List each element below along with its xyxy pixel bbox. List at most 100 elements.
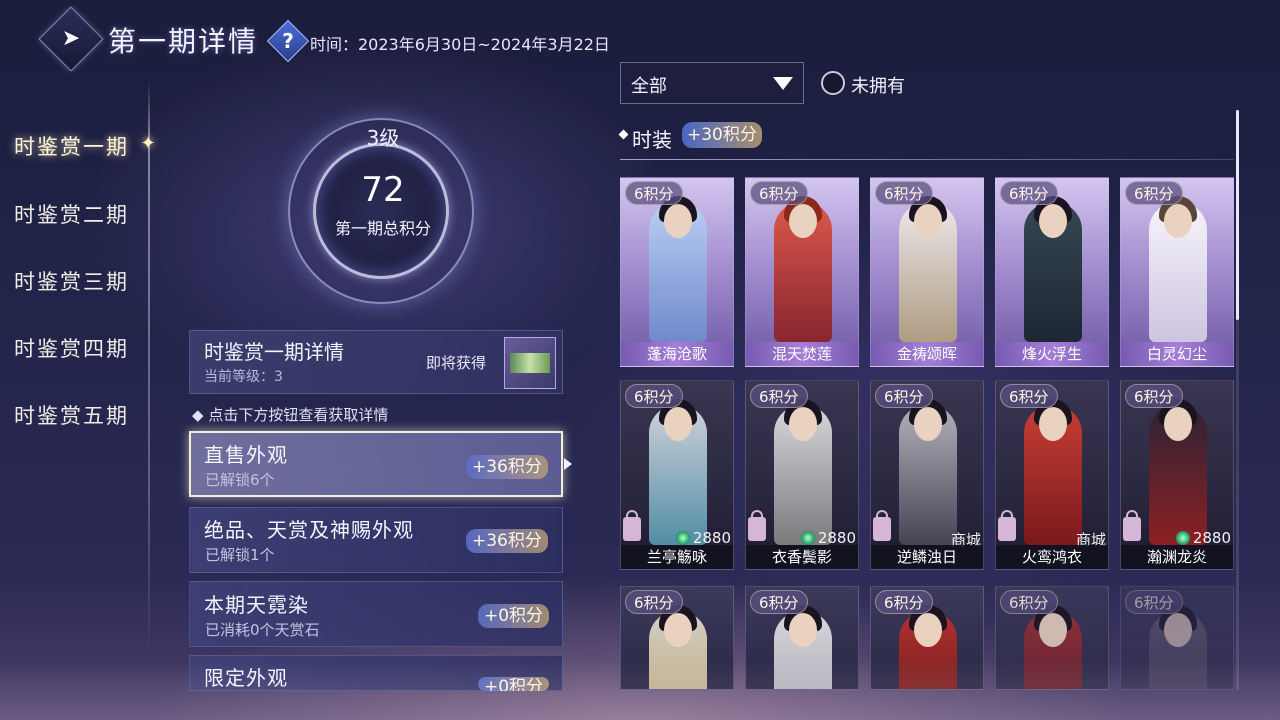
outfit-head bbox=[1039, 407, 1067, 441]
outfit-card[interactable]: 6积分 bbox=[1120, 586, 1234, 690]
outfit-card[interactable]: 6积分 白灵幻尘 bbox=[1120, 177, 1234, 367]
outfit-card[interactable]: 6积分 金祷颂晖 bbox=[870, 177, 984, 367]
points-badge: 6积分 bbox=[875, 590, 933, 614]
outfit-name: 衣香鬓影 bbox=[746, 545, 858, 569]
upcoming-reward-image bbox=[510, 353, 550, 373]
outfit-head bbox=[1164, 407, 1192, 441]
outfit-head bbox=[914, 204, 942, 238]
outfit-name: 兰亭觞咏 bbox=[621, 545, 733, 569]
outfit-head bbox=[914, 613, 942, 647]
category-points-badge: +36积分 bbox=[466, 455, 548, 479]
nav-item-period-4[interactable]: 时鉴赏四期 bbox=[14, 333, 129, 363]
outfit-card[interactable]: 6积分 蓬海沧歌 bbox=[620, 177, 734, 367]
category-title: 本期天霓染 bbox=[204, 593, 309, 617]
category-title: 直售外观 bbox=[204, 443, 288, 467]
outfit-head bbox=[1164, 613, 1192, 647]
outfit-name: 逆鳞浊日 bbox=[871, 545, 983, 569]
points-badge: 6积分 bbox=[750, 384, 808, 408]
nav-item-period-5[interactable]: 时鉴赏五期 bbox=[14, 400, 129, 430]
current-level: 当前等级：3 bbox=[204, 369, 283, 385]
nav-item-period-2[interactable]: 时鉴赏二期 bbox=[14, 199, 129, 229]
time-range: 时间：2023年6月30日~2024年3月22日 bbox=[310, 35, 610, 54]
outfit-name: 混天焚莲 bbox=[746, 342, 858, 366]
points-badge: 6积分 bbox=[750, 590, 808, 614]
points-badge: 6积分 bbox=[625, 590, 683, 614]
filter-selected: 全部 bbox=[631, 76, 667, 97]
upcoming-reward-label: 即将获得 bbox=[426, 354, 487, 372]
outfit-head bbox=[664, 613, 692, 647]
level-label: 3级 bbox=[366, 126, 400, 150]
outfit-card[interactable]: 6积分 2880 兰亭觞咏 bbox=[620, 380, 734, 570]
outfit-head bbox=[1039, 613, 1067, 647]
lock-icon bbox=[1123, 510, 1141, 541]
category-points-badge: +36积分 bbox=[466, 529, 548, 553]
lock-icon bbox=[873, 510, 891, 541]
points-badge: 6积分 bbox=[875, 181, 933, 205]
unowned-label: 未拥有 bbox=[851, 76, 905, 97]
nav-active-star-icon: ✦ bbox=[140, 133, 156, 154]
outfit-card[interactable]: 6积分 bbox=[995, 586, 1109, 690]
active-arrow-icon bbox=[564, 458, 572, 470]
outfit-head bbox=[914, 407, 942, 441]
outfit-card[interactable]: 6积分 混天焚莲 bbox=[745, 177, 859, 367]
category-subtitle: 已解锁1个 bbox=[205, 546, 275, 564]
period-detail-title: 时鉴赏一期详情 bbox=[204, 340, 344, 364]
unowned-radio[interactable] bbox=[821, 71, 845, 95]
points-badge: 6积分 bbox=[625, 384, 683, 408]
outfit-head bbox=[1164, 204, 1192, 238]
section-diamond-icon bbox=[618, 129, 629, 140]
jade-coin-icon bbox=[800, 531, 815, 545]
outfit-card[interactable]: 6积分 bbox=[870, 586, 984, 690]
hint-label: 点击下方按钮查看获取详情 bbox=[208, 406, 389, 424]
outfit-name: 金祷颂晖 bbox=[871, 342, 983, 366]
points-badge: 6积分 bbox=[875, 384, 933, 408]
chevron-down-icon[interactable] bbox=[773, 77, 793, 90]
help-icon[interactable]: ? bbox=[273, 26, 303, 56]
outfit-card[interactable]: 6积分 商城 逆鳞浊日 bbox=[870, 380, 984, 570]
points-badge: 6积分 bbox=[1000, 384, 1058, 408]
outfit-head bbox=[789, 613, 817, 647]
level-ring-inner bbox=[313, 143, 449, 279]
lock-icon bbox=[998, 510, 1016, 541]
jade-coin-icon bbox=[1175, 531, 1190, 545]
category-title: 限定外观 bbox=[204, 666, 288, 690]
category-points-badge: +0积分 bbox=[478, 604, 550, 628]
section-title: 时装 bbox=[632, 128, 672, 152]
total-score: 72 bbox=[361, 170, 405, 210]
back-arrow-icon[interactable]: ➤ bbox=[55, 25, 87, 53]
outfit-name: 蓬海沧歌 bbox=[621, 342, 733, 366]
outfit-head bbox=[789, 407, 817, 441]
hint-text: ◆ 点击下方按钮查看获取详情 bbox=[192, 406, 389, 424]
points-badge: 6积分 bbox=[750, 181, 808, 205]
nav-item-period-1[interactable]: 时鉴赏一期 bbox=[14, 131, 129, 161]
total-score-label: 第一期总积分 bbox=[334, 219, 431, 238]
points-badge: 6积分 bbox=[1125, 590, 1183, 614]
outfit-card[interactable]: 6积分 商城 火鸾鸿衣 bbox=[995, 380, 1109, 570]
section-divider bbox=[620, 159, 1234, 160]
category-points-badge: +0积分 bbox=[478, 677, 550, 691]
nav-divider bbox=[148, 80, 150, 660]
category-subtitle: 已解锁6个 bbox=[205, 471, 275, 489]
outfit-card[interactable]: 6积分 2880 瀚渊龙炎 bbox=[1120, 380, 1234, 570]
outfit-head bbox=[664, 407, 692, 441]
points-badge: 6积分 bbox=[1000, 181, 1058, 205]
outfit-card[interactable]: 6积分 2880 衣香鬓影 bbox=[745, 380, 859, 570]
outfit-name: 火鸾鸿衣 bbox=[996, 545, 1108, 569]
outfit-head bbox=[789, 204, 817, 238]
outfit-card[interactable]: 6积分 烽火浮生 bbox=[995, 177, 1109, 367]
points-badge: 6积分 bbox=[1125, 181, 1183, 205]
nav-item-period-3[interactable]: 时鉴赏三期 bbox=[14, 266, 129, 296]
jade-coin-icon bbox=[675, 531, 690, 545]
outfit-name: 白灵幻尘 bbox=[1121, 342, 1233, 366]
lock-icon bbox=[623, 510, 641, 541]
outfit-head bbox=[1039, 204, 1067, 238]
outfit-card[interactable]: 6积分 bbox=[745, 586, 859, 690]
outfit-name: 瀚渊龙炎 bbox=[1121, 545, 1233, 569]
category-subtitle: 已消耗0个天赏石 bbox=[205, 621, 320, 639]
points-badge: 6积分 bbox=[1125, 384, 1183, 408]
outfit-card[interactable]: 6积分 bbox=[620, 586, 734, 690]
category-title: 绝品、天赏及神赐外观 bbox=[204, 518, 414, 542]
page-title: 第一期详情 bbox=[108, 25, 259, 58]
scrollbar-thumb[interactable] bbox=[1236, 110, 1239, 320]
section-points-badge: +30积分 bbox=[682, 122, 762, 148]
